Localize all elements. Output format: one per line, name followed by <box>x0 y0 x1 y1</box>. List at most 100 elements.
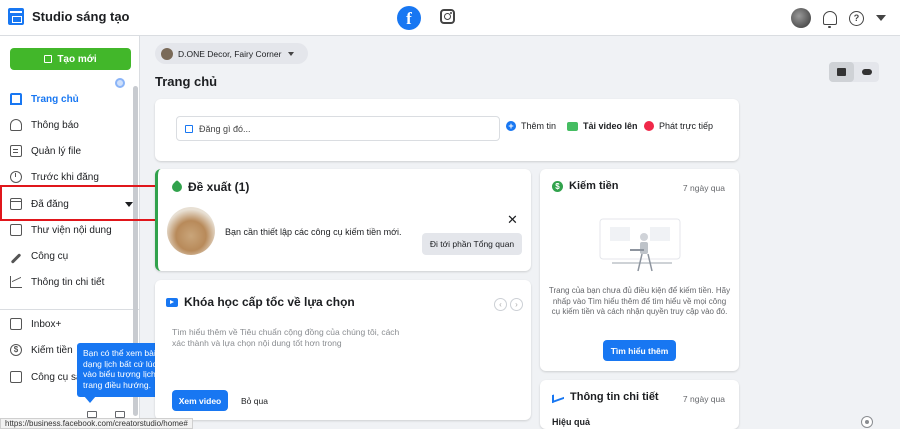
learn-more-button[interactable]: Tìm hiểu thêm <box>603 340 676 361</box>
sidebar-item-file-manager[interactable]: Quản lý file <box>10 141 81 161</box>
go-live-button[interactable]: Phát trực tiếp <box>644 121 713 131</box>
money-icon: $ <box>10 344 22 356</box>
sidebar-item-label: Trước khi đăng <box>31 171 99 183</box>
clock-icon <box>10 171 22 183</box>
page-title: Trang chủ <box>155 74 218 89</box>
main-scrollbar[interactable] <box>889 40 895 400</box>
sidebar-item-label: Thông báo <box>31 119 79 131</box>
bell-icon <box>10 119 22 131</box>
date-range: 7 ngày qua <box>682 183 725 193</box>
sidebar-item-label: Công cụ sá <box>31 371 82 383</box>
creator-tools-icon <box>10 371 22 383</box>
sidebar-divider <box>0 309 139 310</box>
browser-status-url: https://business.facebook.com/creatorstu… <box>0 418 193 429</box>
sidebar-item-content-library[interactable]: Thư viện nội dung <box>10 220 112 240</box>
page-selector[interactable]: D.ONE Decor, Fairy Corner <box>155 43 308 64</box>
top-bar: Studio sáng tạo f ? <box>0 0 900 36</box>
pencil-icon <box>185 124 193 133</box>
performance-label: Hiệu quả <box>552 417 591 427</box>
chevron-left-icon[interactable]: ‹ <box>494 298 507 311</box>
video-play-icon <box>166 297 178 307</box>
course-title: Khóa học cấp tốc về lựa chọn <box>166 295 355 309</box>
tooltip-arrow <box>84 396 96 403</box>
compose-placeholder: Đăng gì đó... <box>199 123 251 134</box>
suggestions-card: Đề xuất (1) Bạn cần thiết lập các công c… <box>155 169 531 271</box>
course-description: Tìm hiểu thêm về Tiêu chuẩn cộng đồng củ… <box>172 327 400 348</box>
page-selector-label: D.ONE Decor, Fairy Corner <box>178 48 282 59</box>
create-button[interactable]: Tạo mới <box>10 48 131 70</box>
live-icon <box>644 121 654 131</box>
page-avatar <box>161 47 173 60</box>
top-right-controls: ? <box>791 8 886 28</box>
suggestions-title-text: Đề xuất (1) <box>188 180 250 194</box>
compose-input[interactable]: Đăng gì đó... <box>176 116 500 141</box>
instagram-icon[interactable] <box>440 9 455 24</box>
avatar[interactable] <box>791 8 811 28</box>
home-icon <box>10 93 22 105</box>
monetization-description: Trang của bạn chưa đủ điều kiện để kiếm … <box>548 286 731 316</box>
go-to-overview-button[interactable]: Đi tới phần Tổng quan <box>422 233 522 255</box>
compose-card: Đăng gì đó... + Thêm tin Tải video lên P… <box>155 99 739 161</box>
app-title: Studio sáng tạo <box>32 9 130 24</box>
chevron-right-icon[interactable]: › <box>510 298 523 311</box>
pin-icon <box>169 179 185 195</box>
sidebar-item-label: Kiếm tiền <box>31 344 73 356</box>
suggestion-text: Bạn cần thiết lập các công cụ kiếm tiền … <box>225 227 402 237</box>
insights-header: Thông tin chi tiết <box>552 390 659 404</box>
help-icon[interactable]: ? <box>849 10 864 26</box>
sidebar-item-label: Thư viện nội dung <box>31 224 112 236</box>
plus-circle-icon: + <box>506 121 516 131</box>
sidebar-item-tools[interactable]: Công cụ <box>10 246 68 266</box>
skip-link[interactable]: Bỏ qua <box>241 396 268 406</box>
facebook-icon[interactable]: f <box>397 6 421 30</box>
toggle-gaming-view[interactable] <box>854 62 879 82</box>
studio-icon <box>8 8 24 25</box>
list-icon[interactable] <box>115 411 125 418</box>
monetization-title: Kiếm tiền <box>569 180 619 192</box>
toggle-facebook-view[interactable] <box>829 62 854 82</box>
create-button-label: Tạo mới <box>57 53 97 65</box>
sidebar-item-label: Quản lý file <box>31 145 82 157</box>
sidebar-item-label: Công cụ <box>31 250 69 262</box>
insights-icon <box>552 390 564 404</box>
insights-icon <box>10 276 22 288</box>
sidebar-item-label: Inbox+ <box>31 318 62 330</box>
add-story-button[interactable]: + Thêm tin <box>506 121 556 131</box>
video-icon <box>567 121 578 131</box>
edit-icon <box>44 55 53 63</box>
sidebar-item-pre-publish[interactable]: Trước khi đăng <box>10 167 99 187</box>
sidebar-item-creator-tools[interactable]: Công cụ sá <box>10 367 82 387</box>
sidebar-item-home[interactable]: Trang chủ <box>10 89 79 109</box>
feedback-icon[interactable] <box>861 416 873 428</box>
insights-title: Thông tin chi tiết <box>570 391 659 403</box>
sidebar-item-insights[interactable]: Thông tin chi tiết <box>10 272 104 292</box>
course-title-text: Khóa học cấp tốc về lựa chọn <box>184 295 355 309</box>
watch-video-button[interactable]: Xem video <box>172 390 228 411</box>
calendar-icon[interactable] <box>87 411 97 418</box>
sidebar-item-inbox[interactable]: Inbox+ <box>10 314 61 334</box>
view-toggle <box>829 62 879 82</box>
library-icon <box>10 224 22 236</box>
crash-course-card: Khóa học cấp tốc về lựa chọn ‹ › Tìm hiể… <box>155 280 531 420</box>
account-menu-chevron-icon[interactable] <box>876 15 886 21</box>
sidebar-item-label: Trang chủ <box>31 93 79 105</box>
archive-icon <box>837 68 846 76</box>
chevron-down-icon <box>288 51 295 56</box>
action-label: Thêm tin <box>521 121 557 131</box>
close-icon[interactable]: ✕ <box>507 212 518 228</box>
brand[interactable]: Studio sáng tạo <box>8 8 130 25</box>
action-label: Tải video lên <box>583 121 638 131</box>
file-icon <box>10 145 22 157</box>
notifications-icon[interactable] <box>823 11 837 28</box>
sidebar-item-monetization[interactable]: $ Kiếm tiền <box>10 340 73 360</box>
suggestion-thumbnail <box>167 207 215 255</box>
money-icon: $ <box>552 180 563 192</box>
gamepad-icon <box>861 69 872 75</box>
person-at-desk-illustration <box>599 218 681 272</box>
suggestions-title: Đề xuất (1) <box>169 179 250 195</box>
insights-card: Thông tin chi tiết 7 ngày qua Hiệu quả <box>540 380 739 429</box>
monetization-header: $ Kiếm tiền <box>552 180 619 192</box>
sidebar-item-notifications[interactable]: Thông báo <box>10 115 79 135</box>
upload-video-button[interactable]: Tải video lên <box>567 121 638 131</box>
new-indicator-icon <box>115 78 125 88</box>
